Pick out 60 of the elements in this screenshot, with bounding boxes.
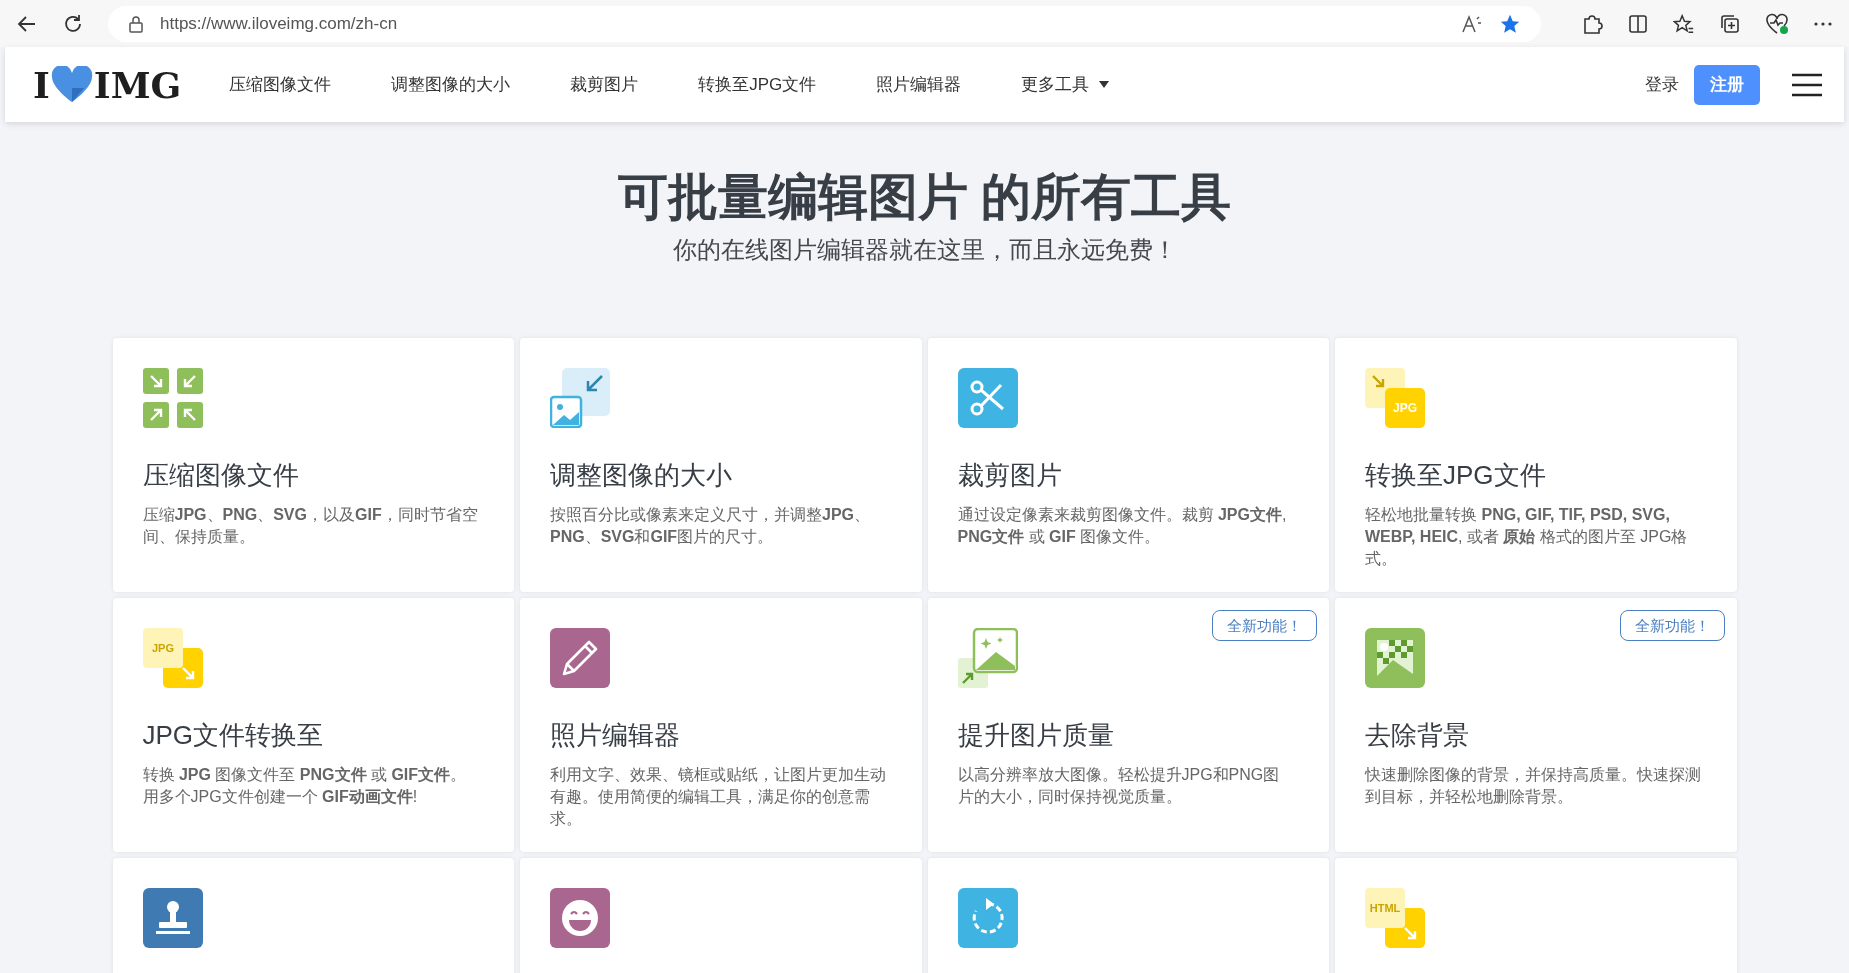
address-bar[interactable]: https://www.iloveimg.com/zh-cn: [108, 5, 1541, 42]
tool-title: 调整图像的大小: [550, 459, 733, 492]
nav-link[interactable]: 调整图像的大小: [391, 71, 511, 98]
tool-card[interactable]: 全新功能！ 提升图片质量 以高分辨率放大图像。轻松提升JPG和PNG图片的大小，同时保持视觉质量。: [927, 598, 1329, 852]
more-tools-dropdown[interactable]: 更多工具: [1021, 71, 1110, 98]
hero-title: 可批量编辑图片 的所有工具: [617, 168, 1232, 227]
compress-arrows-icon: [142, 368, 203, 428]
heart-logo-icon[interactable]: [49, 65, 94, 104]
nav-link[interactable]: 压缩图像文件: [229, 71, 332, 98]
read-aloud-icon[interactable]: [1461, 13, 1483, 34]
pencil-icon: [550, 628, 610, 688]
lock-icon[interactable]: [128, 14, 144, 33]
tool-card[interactable]: 压缩图像文件 压缩JPG、PNG、SVG，以及GIF，同时节省空间、保持质量。: [112, 338, 514, 592]
tool-description: 快速删除图像的背景，并保持高质量。快速探测到目标，并轻松地删除背景。: [1365, 765, 1702, 807]
caret-icon: [1099, 81, 1110, 88]
stamp-icon: [142, 888, 203, 948]
rotate-icon: [957, 888, 1018, 948]
tool-title: 压缩图像文件: [142, 459, 300, 492]
login-link[interactable]: 登录: [1645, 71, 1679, 98]
nav-link[interactable]: 转换至JPG文件: [698, 71, 817, 98]
tool-description: 利用文字、效果、镜框或贴纸，让图片更加生动有趣。使用简便的编辑工具，满足你的创意需求。: [550, 765, 887, 829]
split-screen-icon[interactable]: [1627, 12, 1649, 35]
tool-card[interactable]: 全新功能！ 去除背景 快速删除图像的背景，并保持高质量。快速探测到目标，并轻松地删除背景。: [1335, 598, 1737, 852]
new-feature-badge: 全新功能！: [1619, 610, 1725, 641]
menu-icon[interactable]: [1792, 72, 1822, 97]
refresh-icon[interactable]: [62, 12, 84, 35]
tool-description: 轻松地批量转换 PNG, GIF, TIF, PSD, SVG, WEBP, HEIC, 或者 原始 格式的图片至 JPG格式。: [1365, 505, 1689, 569]
tool-description: 以高分辨率放大图像。轻松提升JPG和PNG图片的大小，同时保持视觉质量。: [957, 765, 1281, 807]
tool-card[interactable]: 裁剪图片 通过设定像素来裁剪图像文件。裁剪 JPG文件, PNG文件 或 GIF 图像文件。: [927, 338, 1329, 592]
tool-title: 去除背景: [1365, 719, 1470, 752]
logo-text[interactable]: IMG: [93, 57, 182, 112]
tool-title: 照片编辑器: [550, 719, 681, 752]
tool-description: 按照百分比或像素来定义尺寸，并调整JPG、PNG、SVG和GIF图片的尺寸。: [550, 505, 871, 547]
tool-card[interactable]: JPG JPG文件转换至 转换 JPG 图像文件至 PNG文件 或 GIF文件。用多个JPG文件创建一个 GIF动画文件!: [112, 598, 514, 852]
puzzle-icon[interactable]: [1581, 12, 1603, 35]
tool-description: 压缩JPG、PNG、SVG，以及GIF，同时节省空间、保持质量。: [142, 505, 479, 547]
scissors-icon: [957, 368, 1018, 428]
hero-subtitle: 你的在线图片编辑器就在这里，而且永远免费！: [672, 235, 1177, 265]
heart-pulse-icon[interactable]: [1765, 12, 1789, 35]
tool-title: JPG文件转换至: [142, 719, 325, 752]
tool-card[interactable]: JPG 转换至JPG文件 轻松地批量转换 PNG, GIF, TIF, PSD, SVG, WEBP, HEIC, 或者 原始 格式的图片至 JPG格式。: [1335, 338, 1737, 592]
nav-link[interactable]: 裁剪图片: [570, 71, 639, 98]
tool-title: 裁剪图片: [957, 459, 1063, 492]
tool-card[interactable]: 调整图像的大小 按照百分比或像素来定义尺寸，并调整JPG、PNG、SVG和GIF图片的尺寸。: [520, 338, 922, 592]
tool-description: 通过设定像素来裁剪图像文件。裁剪 JPG文件, PNG文件 或 GIF 图像文件。: [957, 505, 1288, 547]
logo-text[interactable]: I: [33, 57, 50, 112]
nav-link[interactable]: 照片编辑器: [876, 71, 962, 98]
upscale-image-icon: [957, 628, 1018, 688]
resize-image-icon: [550, 368, 610, 428]
url-text: https://www.iloveimg.com/zh-cn: [160, 12, 399, 35]
more-icon[interactable]: [1813, 20, 1833, 27]
tool-title: 提升图片质量: [957, 719, 1115, 752]
laughing-face-icon: [550, 888, 610, 948]
tool-card[interactable]: 照片编辑器 利用文字、效果、镜框或贴纸，让图片更加生动有趣。使用简便的编辑工具，满足你的创意需求。: [520, 598, 922, 852]
tool-title: 转换至JPG文件: [1365, 459, 1547, 492]
favorites-icon[interactable]: [1673, 12, 1695, 35]
new-feature-badge: 全新功能！: [1212, 610, 1317, 641]
collections-icon[interactable]: [1719, 12, 1741, 35]
tool-description: 转换 JPG 图像文件至 PNG文件 或 GIF文件。用多个JPG文件创建一个 GIF动画文件!: [142, 765, 468, 807]
remove-background-icon: [1365, 628, 1425, 688]
